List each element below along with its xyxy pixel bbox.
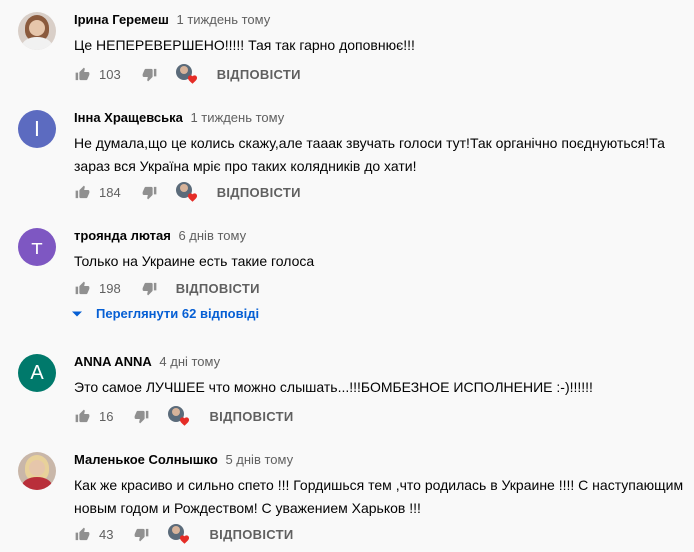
thumbs-up-icon[interactable] (74, 409, 91, 424)
thumbs-down-icon[interactable] (133, 527, 150, 542)
comment-text: Как же красиво и сильно спето !!! Гордиш… (74, 477, 684, 516)
heart-icon (180, 535, 190, 544)
comment-text: Не думала,що це колись скажу,але тааак з… (74, 135, 665, 174)
comment-header: троянда лютая 6 днів тому (74, 228, 246, 243)
creator-heart-badge (168, 524, 190, 544)
thumbs-up-icon[interactable] (74, 185, 91, 200)
avatar[interactable]: A (18, 354, 56, 392)
avatar-letter: т (31, 235, 43, 259)
reply-button[interactable]: ВІДПОВІСТИ (209, 527, 293, 542)
creator-heart-badge (175, 64, 198, 84)
comment-time[interactable]: 5 днів тому (225, 452, 293, 467)
comment-thread: І Інна Хращевська 1 тиждень тому Не дума… (0, 110, 694, 210)
comment-time[interactable]: 4 дні тому (159, 354, 220, 369)
comment-time[interactable]: 1 тиждень тому (190, 110, 284, 125)
like-count: 184 (99, 184, 121, 200)
comment-actions: 43 ВІДПОВІСТИ (74, 524, 294, 544)
comment-actions: 198 ВІДПОВІСТИ (74, 279, 260, 297)
heart-icon (187, 75, 197, 84)
author-name[interactable]: Ірина Геремеш (74, 12, 169, 27)
comment-thread: A ANNA ANNA 4 дні тому Это самое ЛУЧШЕЕ … (0, 354, 694, 434)
comment-text: Это самое ЛУЧШЕЕ что можно слышать...!!!… (74, 379, 593, 395)
comment-actions: 16 ВІДПОВІСТИ (74, 406, 294, 426)
like-count: 43 (99, 526, 114, 542)
avatar[interactable] (18, 12, 56, 50)
creator-heart-badge (168, 406, 190, 426)
avatar-letter: A (30, 361, 44, 384)
avatar[interactable]: т (18, 228, 56, 266)
comment-header: Ірина Геремеш 1 тиждень тому (74, 12, 270, 27)
author-name[interactable]: Маленькое Солнышко (74, 452, 218, 467)
avatar[interactable]: І (18, 110, 56, 148)
reply-button[interactable]: ВІДПОВІСТИ (209, 409, 293, 424)
creator-heart-badge (175, 182, 198, 202)
author-name[interactable]: троянда лютая (74, 228, 171, 243)
thumbs-down-icon[interactable] (133, 409, 150, 424)
reply-button[interactable]: ВІДПОВІСТИ (217, 185, 301, 200)
comment-text: Це НЕПЕРЕВЕРШЕНО!!!!! Тая так гарно допо… (74, 37, 415, 53)
like-count: 103 (99, 66, 121, 82)
view-replies-button[interactable]: Переглянути 62 відповіді (72, 306, 259, 321)
view-replies-label: Переглянути 62 відповіді (96, 306, 260, 321)
comment-actions: 103 ВІДПОВІСТИ (74, 64, 301, 84)
comment-header: ANNA ANNA 4 дні тому (74, 354, 220, 369)
comment-thread: Ірина Геремеш 1 тиждень тому Це НЕПЕРЕВЕ… (0, 12, 694, 92)
heart-icon (187, 193, 197, 202)
thumbs-up-icon[interactable] (74, 527, 91, 542)
like-count: 198 (99, 280, 121, 296)
thumbs-up-icon[interactable] (74, 281, 91, 296)
comment-time[interactable]: 1 тиждень тому (176, 12, 270, 27)
chevron-down-icon (72, 311, 82, 316)
comment-actions: 184 ВІДПОВІСТИ (74, 182, 301, 202)
author-name[interactable]: Інна Хращевська (74, 110, 183, 125)
avatar-letter: І (34, 117, 40, 141)
avatar[interactable] (18, 452, 56, 490)
comments-section: Ірина Геремеш 1 тиждень тому Це НЕПЕРЕВЕ… (0, 0, 694, 552)
comment-thread: т троянда лютая 6 днів тому Только на Ук… (0, 228, 694, 298)
reply-button[interactable]: ВІДПОВІСТИ (217, 67, 301, 82)
comment-header: Маленькое Солнышко 5 днів тому (74, 452, 293, 467)
comment-thread: Маленькое Солнышко 5 днів тому Как же кр… (0, 452, 694, 552)
comment-text: Только на Украине есть такие голоса (74, 253, 315, 269)
heart-icon (180, 417, 190, 426)
reply-button[interactable]: ВІДПОВІСТИ (176, 281, 260, 296)
thumbs-up-icon[interactable] (74, 67, 91, 82)
like-count: 16 (99, 408, 114, 424)
thumbs-down-icon[interactable] (141, 281, 158, 296)
comment-time[interactable]: 6 днів тому (178, 228, 246, 243)
thumbs-down-icon[interactable] (141, 67, 158, 82)
thumbs-down-icon[interactable] (141, 185, 158, 200)
comment-header: Інна Хращевська 1 тиждень тому (74, 110, 284, 125)
author-name[interactable]: ANNA ANNA (74, 354, 152, 369)
